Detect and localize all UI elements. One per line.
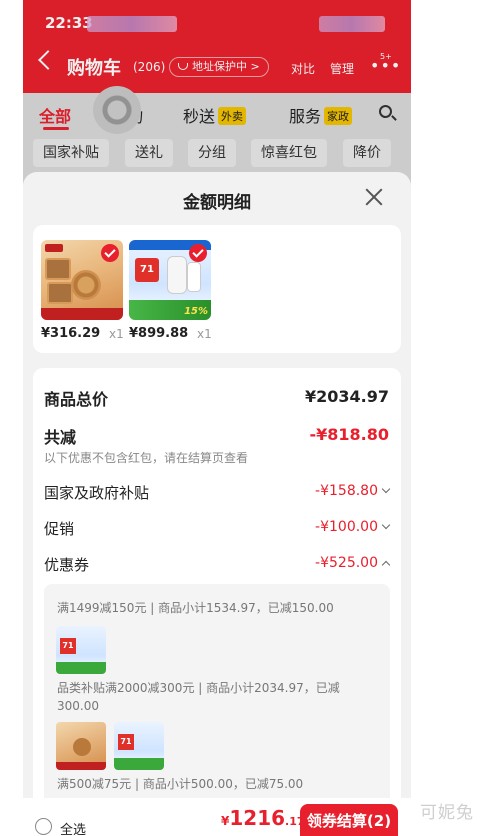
coupon-rule-continued: 300.00 xyxy=(57,699,99,713)
product-qty: x1 xyxy=(109,327,124,341)
product-qty: x1 xyxy=(197,327,212,341)
product-item[interactable]: 71 15% ¥899.88 x1 xyxy=(129,240,212,341)
gift-box-shape xyxy=(47,282,73,304)
reduce-note: 以下优惠不包含红包，请在结算页查看 xyxy=(44,451,249,465)
promo-row-toggle[interactable]: -¥100.00 xyxy=(315,519,391,535)
promo-71-badge: 71 xyxy=(135,258,159,282)
coupon-value: -¥525.00 xyxy=(315,555,378,571)
promo-value: -¥100.00 xyxy=(315,519,378,535)
coupon-product-thumb xyxy=(56,626,106,674)
purifier-device-shape xyxy=(187,262,201,292)
coupon-rule: 满1499减150元 | 商品小计1534.97，已减150.00 xyxy=(57,601,334,615)
sheet-title: 金额明细 xyxy=(183,193,251,213)
sheet-backdrop[interactable] xyxy=(23,0,411,190)
chevron-up-icon xyxy=(381,560,391,570)
selected-check-icon xyxy=(101,244,119,262)
purifier-device-shape xyxy=(167,256,187,294)
price-detail-card: 商品总价 ¥2034.97 共减 -¥818.80 以下优惠不包含红包，请在结算… xyxy=(33,368,401,836)
checkout-button[interactable]: 领券结算(2) xyxy=(300,804,398,836)
product-price: ¥899.88 xyxy=(129,326,189,341)
select-all-radio[interactable] xyxy=(35,818,52,835)
total-price: ¥1216.17 xyxy=(221,806,305,830)
watermark: 可妮兔 xyxy=(420,803,474,823)
coupon-product-thumb xyxy=(56,722,106,770)
phone-screen: 22:33 购物车 (206) 地址保护中 > 对比 管理 5+ ••• 全部 … xyxy=(23,0,411,836)
reduce-label: 共减 xyxy=(44,428,77,447)
reduce-value: -¥818.80 xyxy=(309,425,389,444)
product-item[interactable]: ¥316.29 x1 xyxy=(41,240,124,341)
selected-check-icon xyxy=(189,244,207,262)
product-image-purifier: 71 15% xyxy=(129,240,211,320)
mooncake-shape xyxy=(71,270,101,300)
select-all-label[interactable]: 全选 xyxy=(60,819,86,836)
chevron-down-icon xyxy=(381,484,391,494)
discount-15-badge: 15% xyxy=(184,306,208,317)
coupon-rule: 满500减75元 | 商品小计500.00，已减75.00 xyxy=(57,777,304,791)
chevron-down-icon xyxy=(381,520,391,530)
price-integer: 1216 xyxy=(229,806,286,830)
checkout-bar: 全选 ¥1216.17 领券结算(2) xyxy=(23,798,411,836)
coupon-label: 优惠券 xyxy=(44,556,90,574)
coupon-row-toggle[interactable]: -¥525.00 xyxy=(315,555,391,571)
subsidy-value: -¥158.80 xyxy=(315,483,378,499)
subsidy-row-toggle[interactable]: -¥158.80 xyxy=(315,483,391,499)
selected-products-card: ¥316.29 x1 71 15% ¥899.88 x1 xyxy=(33,225,401,353)
product-price: ¥316.29 xyxy=(41,326,101,341)
total-label: 商品总价 xyxy=(44,390,109,409)
subsidy-label: 国家及政府补贴 xyxy=(44,484,150,502)
product-banner xyxy=(41,308,123,320)
product-image-mooncake xyxy=(41,240,123,320)
brand-logo-icon xyxy=(45,244,63,252)
coupon-product-thumb xyxy=(114,722,164,770)
amount-detail-sheet: 金额明细 ¥316.29 x1 71 15% ¥899.88 x1 商品总价 ¥… xyxy=(23,172,411,836)
promo-label: 促销 xyxy=(44,520,75,538)
coupon-rule: 品类补贴满2000减300元 | 商品小计2034.97，已减 xyxy=(57,681,340,695)
gift-box-shape xyxy=(45,258,71,280)
close-icon[interactable] xyxy=(363,186,385,208)
total-value: ¥2034.97 xyxy=(304,387,389,406)
